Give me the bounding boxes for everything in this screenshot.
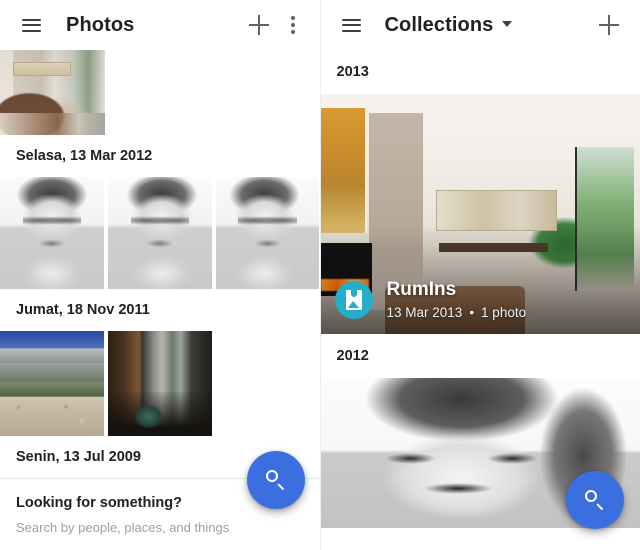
date-header: Jumat, 18 Nov 2011 — [0, 289, 320, 331]
plus-icon[interactable] — [592, 8, 626, 42]
photo-thumbnail[interactable] — [107, 177, 212, 289]
album-meta: 13 Mar 2013 • 1 photo — [387, 305, 527, 320]
search-fab-collections[interactable] — [566, 471, 624, 529]
photo-row — [0, 331, 320, 436]
date-header: Selasa, 13 Mar 2012 — [0, 135, 320, 177]
photo-row-top — [0, 50, 320, 135]
album-title: RumIns — [386, 279, 457, 301]
album-photo-count: 1 photo — [481, 305, 527, 320]
more-vert-icon[interactable] — [276, 8, 310, 42]
collections-appbar: Collections — [320, 0, 640, 50]
collections-panel: Collections 2013 RumIns 13 Mar 2013 • 1 … — [320, 0, 640, 550]
year-header: 2012 — [320, 334, 640, 378]
search-fab-photos[interactable] — [247, 451, 305, 509]
album-date: 13 Mar 2013 — [386, 305, 463, 320]
hamburger-menu-icon[interactable] — [14, 8, 48, 42]
album-card[interactable]: RumIns 13 Mar 2013 • 1 photo — [320, 94, 640, 334]
suggestion-subtitle: Search by people, places, and things — [16, 520, 230, 535]
hamburger-menu-icon[interactable] — [335, 8, 369, 42]
search-icon — [584, 489, 606, 511]
photo-row — [0, 177, 320, 289]
photo-thumbnail[interactable] — [215, 177, 320, 289]
album-icon — [334, 280, 373, 319]
collections-title-label: Collections — [384, 13, 494, 36]
page-title: Photos — [66, 13, 135, 36]
chevron-down-icon[interactable] — [502, 20, 513, 27]
photo-thumbnail[interactable] — [108, 331, 212, 436]
year-header: 2013 — [320, 50, 640, 94]
app-screen: Photos Selasa, 13 Mar 2012 Jumat, 18 Nov… — [0, 0, 640, 550]
meta-separator: • — [469, 305, 475, 320]
collections-list: 2013 RumIns 13 Mar 2013 • 1 photo 2012 — [320, 50, 640, 528]
photo-thumbnail[interactable] — [0, 177, 104, 289]
photo-thumbnail[interactable] — [0, 50, 105, 135]
album-info: RumIns 13 Mar 2013 • 1 photo — [321, 279, 640, 320]
plus-icon[interactable] — [242, 8, 276, 42]
search-icon — [265, 469, 287, 491]
collections-title: Collections — [385, 14, 513, 37]
photos-appbar: Photos — [0, 0, 320, 50]
photo-thumbnail[interactable] — [0, 331, 104, 436]
album-text: RumIns 13 Mar 2013 • 1 photo — [387, 279, 527, 320]
